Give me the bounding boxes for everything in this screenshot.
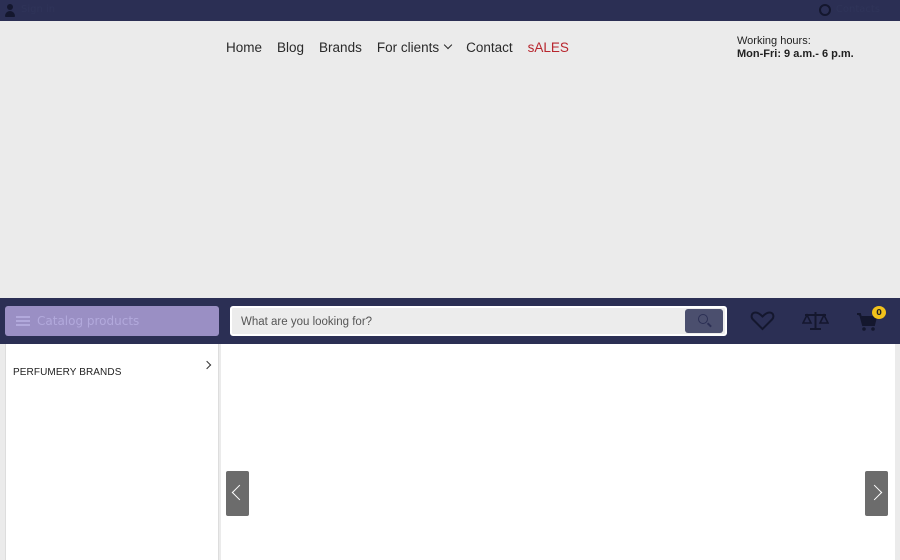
menu-icon [16, 316, 30, 326]
login-link[interactable]: Sign in [4, 3, 55, 17]
login-label: Sign in [21, 4, 56, 15]
search-icon [698, 314, 708, 324]
nav-sales[interactable]: sALES [528, 40, 569, 55]
slider-next-button[interactable] [865, 471, 888, 516]
working-hours-title: Working hours: [737, 35, 811, 47]
working-hours-value: Mon-Fri: 9 a.m.- 6 p.m. [737, 48, 854, 60]
search-toolbar: Catalog products 0 [0, 298, 900, 344]
nav-home[interactable]: Home [226, 40, 262, 55]
banner-slider [221, 344, 895, 560]
top-bar: Sign in Contacts [0, 0, 900, 21]
slider-prev-button[interactable] [226, 471, 249, 516]
nav-contact[interactable]: Contact [466, 40, 513, 55]
sidebar-item-label: PERFUMERY BRANDS [13, 367, 122, 378]
chevron-right-icon [202, 360, 212, 370]
category-sidebar: PERFUMERY BRANDS [5, 344, 219, 560]
catalog-label: Catalog products [37, 314, 140, 328]
search-box [230, 306, 727, 336]
clock-icon [818, 4, 831, 16]
working-hours: Working hours: Mon-Fri: 9 a.m.- 6 p.m. [737, 35, 854, 61]
search-input[interactable] [241, 313, 681, 331]
nav-for-clients[interactable]: For clients [376, 39, 453, 55]
sidebar-item-perfumery-brands[interactable]: PERFUMERY BRANDS [13, 360, 215, 378]
user-icon [4, 3, 16, 17]
nav-for-clients-label: For clients [376, 39, 440, 55]
catalog-button[interactable]: Catalog products [5, 306, 219, 336]
search-button[interactable] [685, 309, 723, 333]
contacts-link[interactable]: Contacts [818, 3, 880, 17]
nav-brands[interactable]: Brands [319, 40, 362, 55]
chevron-left-icon [231, 484, 248, 501]
chevron-down-icon [443, 40, 453, 50]
cart-count-badge: 0 [872, 306, 886, 319]
heart-icon[interactable] [750, 311, 775, 331]
main-nav: Home Blog Brands For clients Contact sAL… [226, 38, 584, 56]
chevron-right-icon [866, 484, 883, 501]
nav-blog[interactable]: Blog [277, 40, 304, 55]
compare-scales-icon[interactable] [802, 310, 829, 332]
contacts-label: Contacts [835, 4, 880, 15]
